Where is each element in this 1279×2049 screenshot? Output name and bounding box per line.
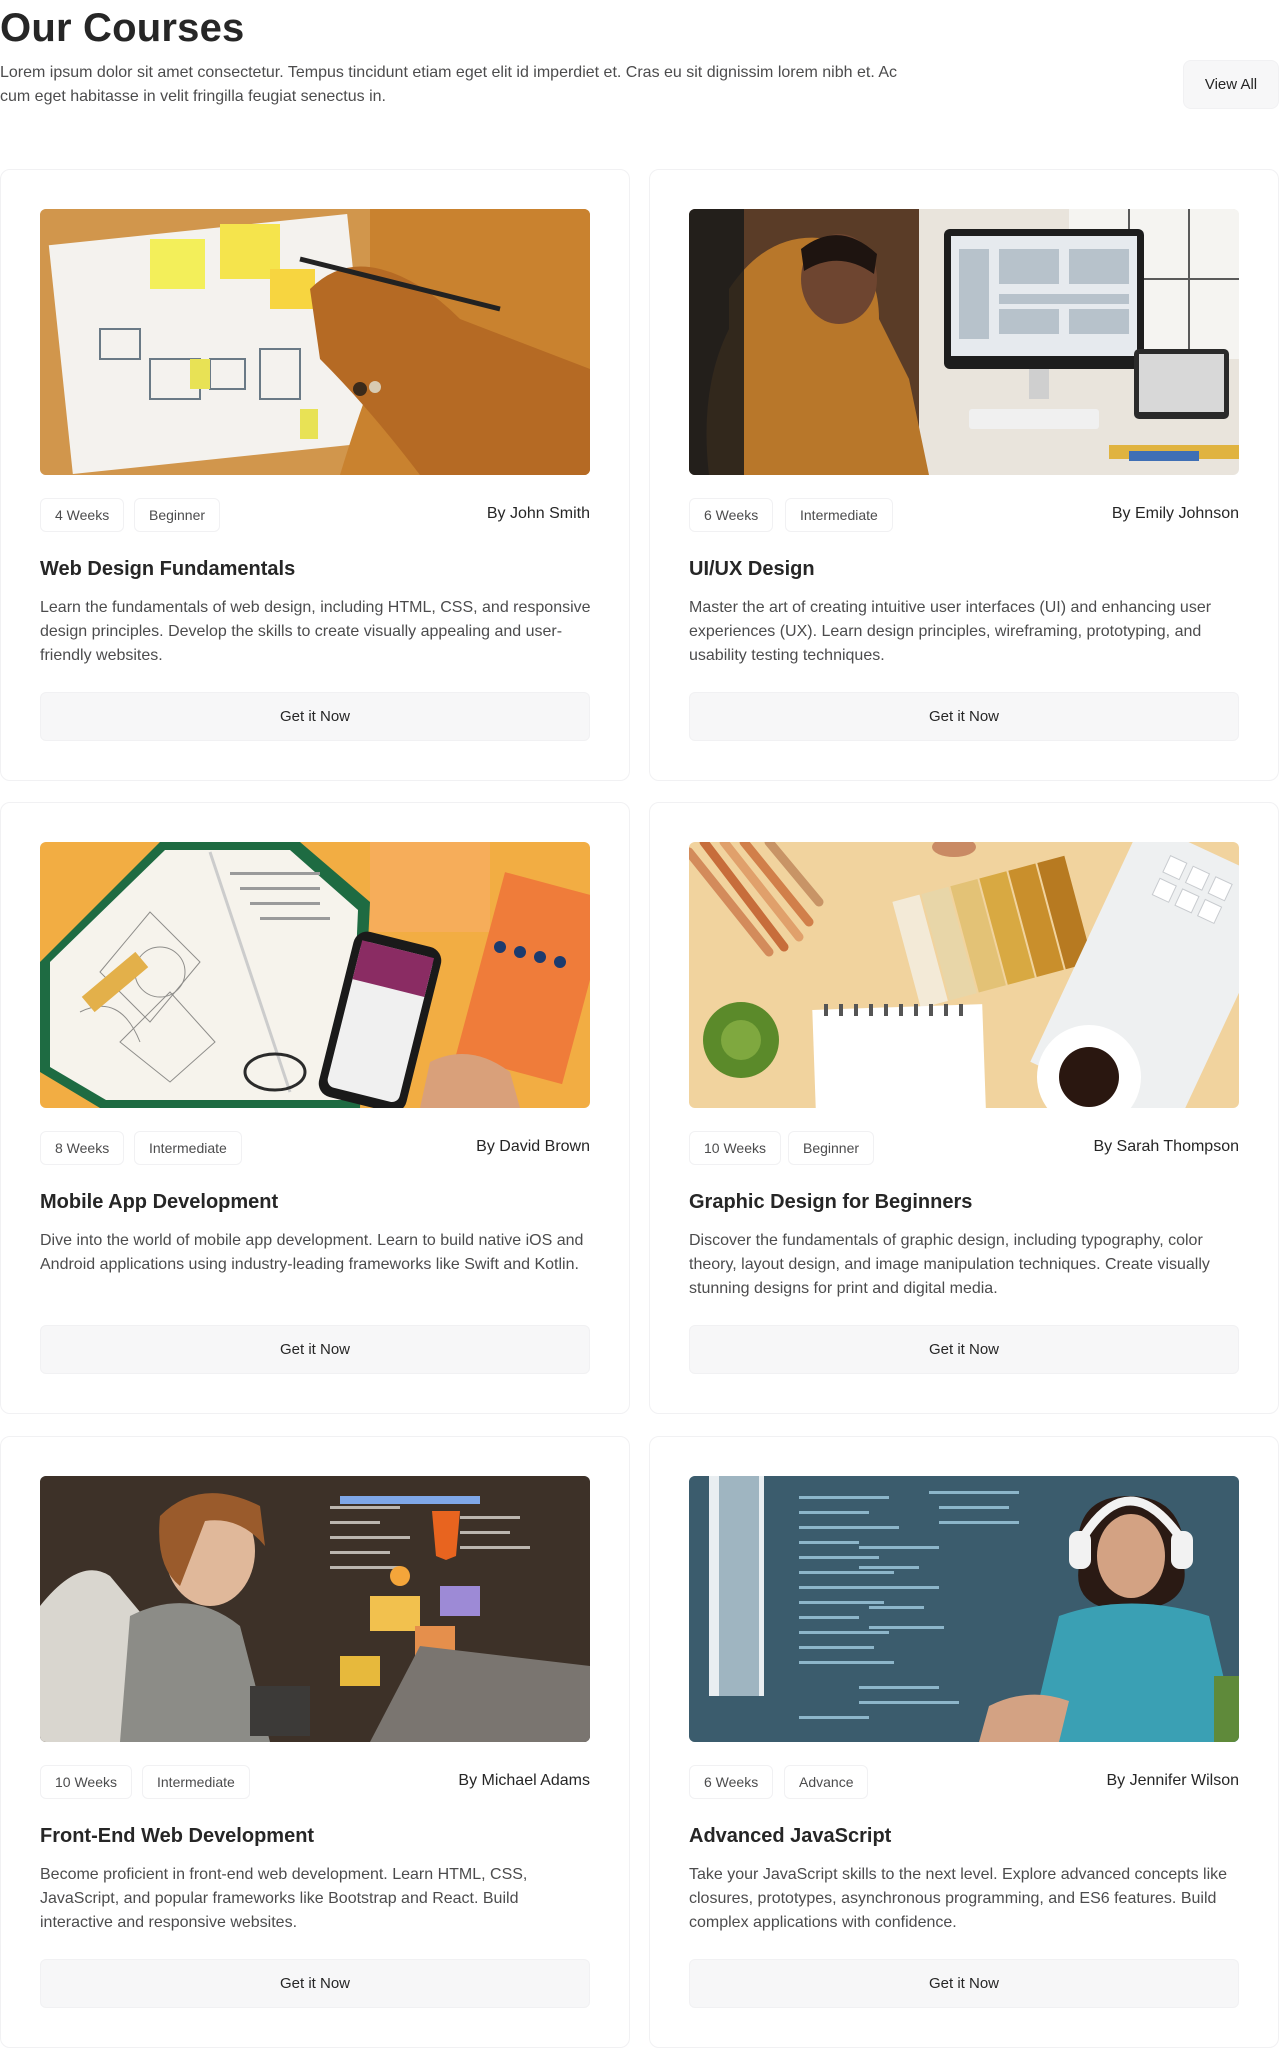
course-author: By Sarah Thompson	[1093, 1138, 1239, 1155]
page-description: Lorem ipsum dolor sit amet consectetur. …	[0, 64, 897, 105]
course-author: By Emily Johnson	[1111, 505, 1239, 522]
get-it-now-button[interactable]: Get it Now	[40, 692, 590, 741]
course-description: Become proficient in front-end web devel…	[40, 1866, 528, 1931]
duration-tag: 4 Weeks	[40, 498, 125, 532]
course-meta: 6 Weeks Advance By Jennifer Wilson	[689, 1765, 1239, 1799]
course-thumbnail-ui-ux	[689, 209, 1239, 475]
level-tag: Advance	[784, 1765, 869, 1799]
course-card: 10 Weeks Intermediate By Michael Adams F…	[0, 1436, 630, 2048]
course-meta: 4 Weeks Beginner By John Smith	[40, 498, 590, 532]
courses-header: Our Courses Lorem ipsum dolor sit amet c…	[0, 0, 1279, 140]
duration-tag: 10 Weeks	[40, 1765, 132, 1799]
duration-tag: 8 Weeks	[40, 1131, 125, 1165]
course-author: By David Brown	[476, 1138, 590, 1155]
duration-tag: 6 Weeks	[689, 498, 774, 532]
course-title: Mobile App Development	[40, 1191, 279, 1213]
course-title: Web Design Fundamentals	[40, 558, 296, 580]
course-meta: 10 Weeks Beginner By Sarah Thompson	[689, 1131, 1239, 1165]
course-thumbnail-mobile-app	[40, 842, 590, 1108]
course-meta: 6 Weeks Intermediate By Emily Johnson	[689, 498, 1239, 532]
page-title: Our Courses	[0, 6, 245, 50]
level-tag: Intermediate	[785, 498, 893, 532]
view-all-button[interactable]: View All	[1183, 60, 1279, 109]
course-thumbnail-graphic-design	[689, 842, 1239, 1108]
course-card: 10 Weeks Beginner By Sarah Thompson Grap…	[649, 802, 1279, 1414]
course-author: By Jennifer Wilson	[1106, 1772, 1240, 1789]
course-card: 4 Weeks Beginner By John Smith Web Desig…	[0, 169, 630, 781]
course-card: 8 Weeks Intermediate By David Brown Mobi…	[0, 802, 630, 1414]
course-title: UI/UX Design	[689, 558, 815, 580]
course-title: Graphic Design for Beginners	[689, 1191, 973, 1213]
course-title: Front-End Web Development	[40, 1825, 315, 1847]
level-tag: Intermediate	[142, 1765, 250, 1799]
course-author: By John Smith	[486, 505, 590, 522]
level-tag: Intermediate	[134, 1131, 242, 1165]
course-title: Advanced JavaScript	[689, 1825, 892, 1847]
duration-tag: 6 Weeks	[689, 1765, 774, 1799]
level-tag: Beginner	[134, 498, 221, 532]
duration-tag: 10 Weeks	[689, 1131, 781, 1165]
get-it-now-button[interactable]: Get it Now	[689, 692, 1239, 741]
level-tag: Beginner	[788, 1131, 875, 1165]
course-meta: 10 Weeks Intermediate By Michael Adams	[40, 1765, 590, 1799]
course-description: Discover the fundamentals of graphic des…	[689, 1232, 1210, 1297]
course-thumbnail-web-design	[40, 209, 590, 475]
course-description: Dive into the world of mobile app develo…	[40, 1232, 584, 1273]
get-it-now-button[interactable]: Get it Now	[689, 1325, 1239, 1374]
course-description: Master the art of creating intuitive use…	[689, 599, 1212, 664]
course-thumbnail-javascript	[689, 1476, 1239, 1742]
course-thumbnail-front-end	[40, 1476, 590, 1742]
get-it-now-button[interactable]: Get it Now	[40, 1959, 590, 2008]
course-card: 6 Weeks Intermediate By Emily Johnson UI…	[649, 169, 1279, 781]
get-it-now-button[interactable]: Get it Now	[689, 1959, 1239, 2008]
course-description: Take your JavaScript skills to the next …	[689, 1866, 1228, 1931]
course-author: By Michael Adams	[458, 1772, 590, 1789]
course-description: Learn the fundamentals of web design, in…	[40, 599, 591, 664]
course-card: 6 Weeks Advance By Jennifer Wilson Advan…	[649, 1436, 1279, 2048]
course-meta: 8 Weeks Intermediate By David Brown	[40, 1131, 590, 1165]
get-it-now-button[interactable]: Get it Now	[40, 1325, 590, 1374]
